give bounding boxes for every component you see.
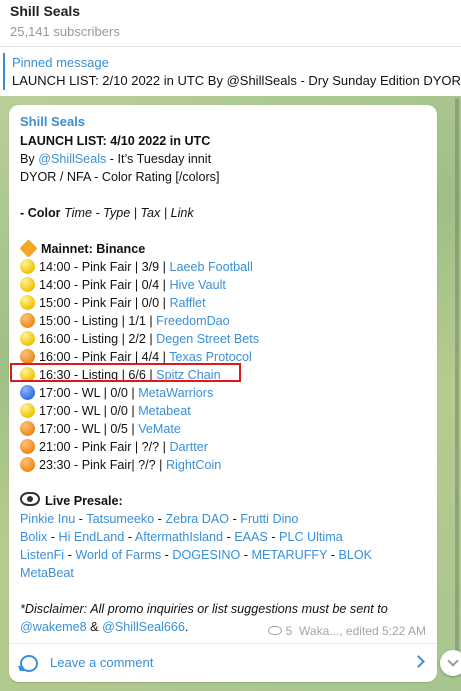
- disclaimer: *Disclaimer: All promo inquiries or list…: [20, 602, 388, 616]
- launch-item: 14:00 - Pink Fair | 3/9 | Laeeb Football: [20, 258, 430, 276]
- presale-link[interactable]: AftermathIsland: [135, 530, 223, 544]
- launch-list-title: LAUNCH LIST: 4/10 2022 in UTC: [20, 134, 211, 148]
- pinned-text: LAUNCH LIST: 2/10 2022 in UTC By @ShillS…: [12, 73, 461, 88]
- color-rating-icon: [20, 277, 35, 292]
- color-rating-icon: [20, 313, 35, 328]
- project-link[interactable]: Dartter: [169, 440, 208, 454]
- color-rating-icon: [20, 331, 35, 346]
- launch-details: 16:00 - Listing | 2/2 |: [39, 332, 157, 346]
- project-link[interactable]: FreedomDao: [156, 314, 230, 328]
- message-sender[interactable]: Shill Seals: [20, 113, 430, 131]
- launch-item: 23:30 - Pink Fair| ?/? | RightCoin: [20, 456, 430, 474]
- pinned-accent-bar: [3, 53, 5, 90]
- color-rating-icon: [20, 349, 35, 364]
- channel-header[interactable]: Shill Seals 25,141 subscribers: [0, 0, 461, 46]
- presale-row: MetaBeat: [20, 564, 430, 582]
- presale-link[interactable]: MetaBeat: [20, 566, 74, 580]
- project-link[interactable]: RightCoin: [166, 458, 221, 472]
- color-rating-icon: [20, 403, 35, 418]
- launch-details: 15:00 - Pink Fair | 0/0 |: [39, 296, 170, 310]
- chevron-right-icon: [412, 655, 425, 668]
- presale-link[interactable]: DOGESINO: [172, 548, 240, 562]
- launch-item: 14:00 - Pink Fair | 0/4 | Hive Vault: [20, 276, 430, 294]
- presale-link[interactable]: Pinkie Inu: [20, 512, 75, 526]
- author-edited: Waka..., edited 5:22 AM: [299, 624, 426, 638]
- mainnet-heading: Mainnet: Binance: [19, 239, 430, 258]
- views-icon: [267, 626, 282, 635]
- message-meta: 5 Waka..., edited 5:22 AM: [267, 624, 426, 638]
- presale-link[interactable]: Frutti Dino: [240, 512, 298, 526]
- launch-item: 17:00 - WL | 0/0 | MetaWarriors: [20, 384, 430, 402]
- project-link[interactable]: Degen Street Bets: [156, 332, 259, 346]
- presale-row: Pinkie Inu - Tatsumeeko - Zebra DAO - Fr…: [20, 512, 299, 526]
- contact-link-shillseal666[interactable]: @ShillSeal666: [102, 620, 185, 634]
- highlight-box: [10, 363, 241, 382]
- scrollbar[interactable]: [455, 98, 459, 658]
- presale-link[interactable]: Bolix: [20, 530, 47, 544]
- project-link[interactable]: MetaWarriors: [138, 386, 213, 400]
- project-link[interactable]: Texas Protocol: [169, 350, 252, 364]
- presale-link[interactable]: EAAS: [234, 530, 268, 544]
- color-rating-icon: [20, 259, 35, 274]
- byline: By @ShillSeals - It’s Tuesday innit: [20, 152, 212, 166]
- pinned-label: Pinned message: [12, 55, 109, 70]
- launch-details: 17:00 - WL | 0/0 |: [39, 386, 139, 400]
- presale-link[interactable]: Hi EndLand: [59, 530, 125, 544]
- presale-link[interactable]: Zebra DAO: [165, 512, 229, 526]
- presale-link[interactable]: PLC Ultima: [279, 530, 343, 544]
- project-link[interactable]: Rafflet: [169, 296, 205, 310]
- launch-details: 21:00 - Pink Fair | ?/? |: [39, 440, 170, 454]
- presale-link[interactable]: ListenFi: [20, 548, 64, 562]
- project-link[interactable]: Laeeb Football: [169, 260, 252, 274]
- launch-details: 14:00 - Pink Fair | 0/4 |: [39, 278, 170, 292]
- project-link[interactable]: VeMate: [138, 422, 181, 436]
- launch-details: 17:00 - WL | 0/5 |: [39, 422, 139, 436]
- launch-item: 21:00 - Pink Fair | ?/? | Dartter: [20, 438, 430, 456]
- comment-icon: [20, 655, 38, 672]
- dyor-line: DYOR / NFA - Color Rating [/colors]: [20, 170, 220, 184]
- shillseals-link[interactable]: @ShillSeals: [38, 152, 106, 166]
- view-count: 5: [285, 624, 293, 638]
- color-rating-icon: [20, 385, 35, 400]
- leave-comment-button[interactable]: Leave a comment: [9, 644, 437, 682]
- color-rating-icon: [20, 295, 35, 310]
- contact-link-wakeme8[interactable]: @wakeme8: [20, 620, 87, 634]
- launch-item: 16:00 - Listing | 2/2 | Degen Street Bet…: [20, 330, 430, 348]
- launch-details: 16:00 - Pink Fair | 4/4 |: [39, 350, 170, 364]
- color-rating-icon: [20, 457, 35, 472]
- presale-link[interactable]: METARUFFY: [251, 548, 327, 562]
- presale-row: Bolix - Hi EndLand - AftermathIsland - E…: [20, 530, 343, 544]
- presale-link[interactable]: World of Farms: [75, 548, 161, 562]
- launch-details: 17:00 - WL | 0/0 |: [39, 404, 139, 418]
- launch-item: 15:00 - Pink Fair | 0/0 | Rafflet: [20, 294, 430, 312]
- diamond-icon: [19, 239, 38, 258]
- pinned-message-bar[interactable]: Pinned message LAUNCH LIST: 2/10 2022 in…: [0, 46, 461, 97]
- leave-comment-label: Leave a comment: [50, 655, 154, 670]
- color-rating-icon: [20, 439, 35, 454]
- channel-title: Shill Seals: [10, 3, 81, 19]
- launch-item: 17:00 - WL | 0/0 | Metabeat: [20, 402, 430, 420]
- presale-link[interactable]: BLOK: [338, 548, 372, 562]
- presale-heading: Live Presale:: [20, 492, 430, 510]
- subscriber-count: 25,141 subscribers: [10, 24, 120, 39]
- message-bubble: Shill Seals LAUNCH LIST: 4/10 2022 in UT…: [9, 105, 437, 682]
- color-rating-icon: [20, 421, 35, 436]
- launch-details: 14:00 - Pink Fair | 3/9 |: [39, 260, 170, 274]
- legend-line: - Color Time - Type | Tax | Link: [20, 206, 194, 220]
- eye-icon: [20, 492, 40, 506]
- presale-link[interactable]: Tatsumeeko: [86, 512, 154, 526]
- project-link[interactable]: Hive Vault: [169, 278, 225, 292]
- launch-details: 23:30 - Pink Fair| ?/? |: [39, 458, 166, 472]
- presale-row: ListenFi - World of Farms - DOGESINO - M…: [20, 548, 373, 562]
- launch-details: 15:00 - Listing | 1/1 |: [39, 314, 157, 328]
- launch-item: 17:00 - WL | 0/5 | VeMate: [20, 420, 430, 438]
- presale-list: Pinkie Inu - Tatsumeeko - Zebra DAO - Fr…: [20, 510, 430, 582]
- launch-item: 15:00 - Listing | 1/1 | FreedomDao: [20, 312, 430, 330]
- scroll-down-button[interactable]: [440, 650, 461, 676]
- project-link[interactable]: Metabeat: [138, 404, 191, 418]
